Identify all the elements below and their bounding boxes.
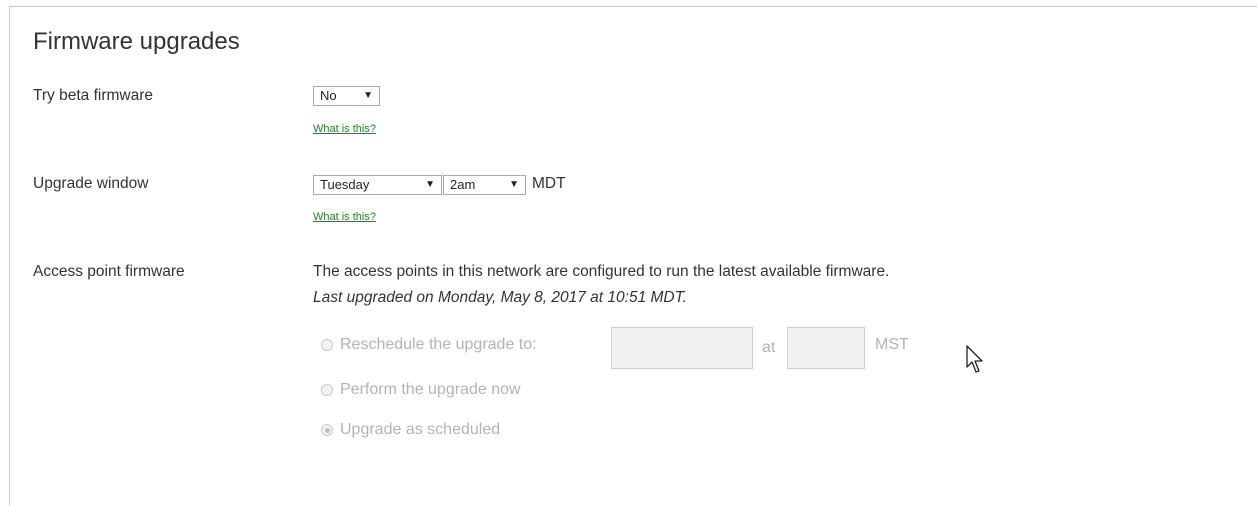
upgrade-now-label: Perform the upgrade now [340,381,521,398]
upgrade-day-select[interactable]: Tuesday ▼ [313,175,442,195]
chevron-down-icon: ▼ [363,90,373,101]
reschedule-option[interactable]: Reschedule the upgrade to: [321,336,537,354]
ap-last-upgraded: Last upgraded on Monday, May 8, 2017 at … [313,289,687,306]
reschedule-at-label: at [762,339,776,356]
chevron-down-icon: ▼ [425,179,435,190]
upgrade-scheduled-label: Upgrade as scheduled [340,421,501,438]
reschedule-label: Reschedule the upgrade to: [340,336,537,353]
beta-firmware-value: No [320,88,337,103]
upgrade-time-value: 2am [450,177,476,192]
upgrade-now-option[interactable]: Perform the upgrade now [321,381,521,399]
upgrade-scheduled-radio[interactable] [321,424,333,436]
firmware-panel [9,6,1257,506]
ap-firmware-label: Access point firmware [33,263,185,280]
upgrade-time-select[interactable]: 2am ▼ [443,175,526,195]
upgrade-window-label: Upgrade window [33,175,149,192]
window-help-link[interactable]: What is this? [313,211,376,223]
upgrade-window-timezone: MDT [532,175,566,192]
upgrade-day-value: Tuesday [320,177,370,192]
upgrade-now-radio[interactable] [321,384,333,396]
beta-help-link[interactable]: What is this? [313,123,376,135]
beta-firmware-select[interactable]: No ▼ [313,86,380,106]
reschedule-date-input[interactable] [611,327,753,369]
chevron-down-icon: ▼ [509,179,519,190]
ap-firmware-description: The access points in this network are co… [313,263,890,280]
reschedule-radio[interactable] [321,339,333,351]
beta-firmware-label: Try beta firmware [33,87,154,104]
mouse-pointer-icon [966,345,983,373]
reschedule-time-input[interactable] [787,327,865,369]
section-title: Firmware upgrades [33,28,240,55]
reschedule-timezone: MST [875,336,909,353]
upgrade-scheduled-option[interactable]: Upgrade as scheduled [321,421,500,439]
